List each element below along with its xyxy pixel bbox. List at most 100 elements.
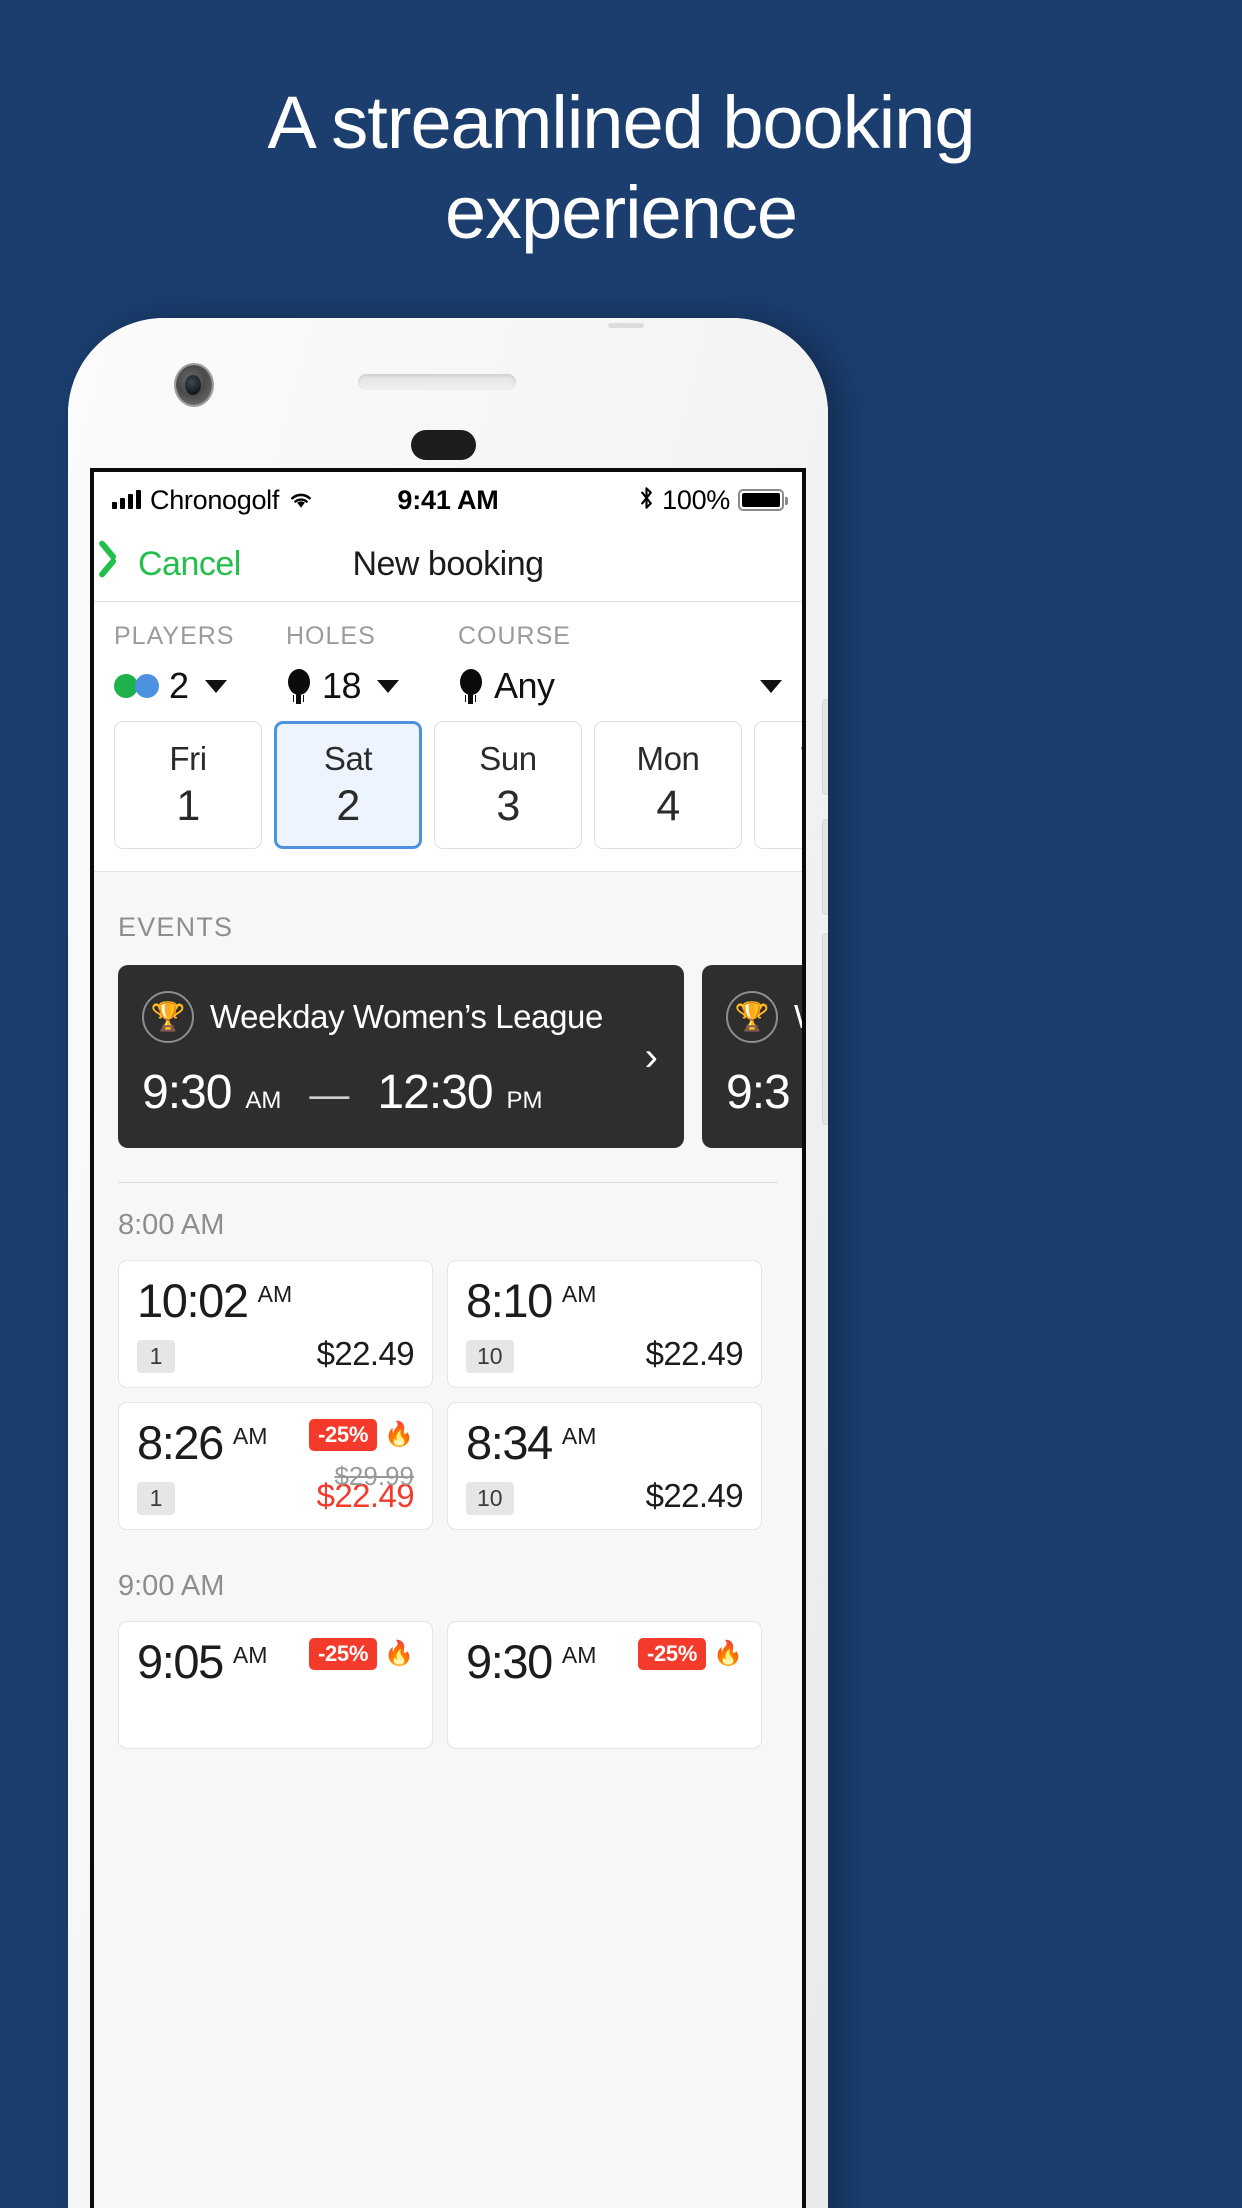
holes-badge: 10	[466, 1482, 514, 1515]
tee-time-card-discounted[interactable]: 9:05 AM -25% 🔥	[118, 1621, 433, 1749]
ios-status-bar: Chronogolf 9:41 AM 100%	[94, 472, 802, 528]
trophy-icon: 🏆	[142, 991, 194, 1043]
original-price: $29.99	[334, 1461, 414, 1491]
tee-time-card[interactable]: 8:34 AM 10 $22.49	[447, 1402, 762, 1530]
event-start-meridiem: AM	[245, 1087, 282, 1114]
holes-badge: 10	[466, 1340, 514, 1373]
tee-card-bottom: 1 $22.49	[137, 1335, 415, 1373]
power-button[interactable]	[823, 934, 828, 1124]
date-chip-number: 2	[336, 781, 360, 830]
event-start-time: 9:30	[142, 1066, 232, 1119]
tee-time-meridiem: AM	[561, 1423, 597, 1449]
event-card[interactable]: 🏆 Weekday Women’s League 9:30 AM — 12:30…	[118, 965, 684, 1148]
flame-icon: 🔥	[384, 1640, 414, 1667]
tee-time: 9:05	[137, 1635, 224, 1688]
earpiece-speaker	[358, 374, 516, 390]
event-end-time: 12:30	[377, 1066, 493, 1119]
date-chip-selected[interactable]: Sat 2	[274, 721, 422, 849]
tee-card-top: 8:34 AM	[466, 1419, 743, 1466]
tee-price: $22.49	[316, 1335, 415, 1372]
tee-card-top: 8:10 AM	[466, 1277, 743, 1324]
date-chip[interactable]: Mon 4	[594, 721, 742, 849]
date-chip[interactable]: Tue 5	[754, 721, 802, 849]
flame-icon: 🔥	[713, 1640, 743, 1667]
chevron-down-icon	[377, 679, 400, 693]
tee-time-group-header: 8:00 AM	[118, 1209, 225, 1241]
discount-promo: -25% 🔥	[308, 1638, 414, 1670]
events-carousel[interactable]: 🏆 Weekday Women’s League 9:30 AM — 12:30…	[94, 943, 802, 1148]
course-filter-value: Any	[494, 665, 555, 706]
bluetooth-icon	[639, 485, 654, 516]
tee-card-top: 9:05 AM -25% 🔥	[137, 1638, 414, 1685]
date-selector-strip[interactable]: Fri 1 Sat 2 Sun 3 Mon 4 Tue 5	[94, 721, 802, 871]
chevron-left-icon	[112, 548, 132, 582]
volume-down-button[interactable]	[823, 820, 828, 914]
players-filter-select[interactable]: 2	[114, 665, 286, 707]
tee-time-meridiem: AM	[232, 1642, 268, 1668]
event-card-header: 🏆 Weekday Women’s League	[142, 991, 660, 1043]
tee-time-meridiem: AM	[561, 1642, 597, 1668]
event-title: Weekday Women’s League	[210, 998, 603, 1035]
event-title: W	[794, 998, 802, 1036]
event-end-meridiem: PM	[506, 1087, 543, 1114]
filter-label-row: PLAYERS HOLES COURSE	[114, 622, 782, 651]
cancel-button-label: Cancel	[138, 545, 241, 583]
date-chip-day: Tue	[801, 740, 802, 778]
tee-time: 8:10	[466, 1274, 553, 1327]
holes-filter-select[interactable]: 18	[286, 665, 458, 707]
tee-time-card[interactable]: 8:10 AM 10 $22.49	[447, 1260, 762, 1388]
proximity-sensor	[411, 430, 476, 460]
player-dots-icon	[114, 674, 159, 698]
date-chip[interactable]: Sun 3	[434, 721, 582, 849]
holes-badge: 1	[137, 1340, 175, 1373]
discount-badge: -25%	[308, 1638, 378, 1670]
volume-up-button[interactable]	[823, 700, 828, 794]
hero-headline: A streamlined booking experience	[0, 78, 1242, 259]
event-time-range: 9:30 AM — 12:30 PM	[142, 1065, 660, 1120]
cancel-button[interactable]: Cancel	[112, 545, 241, 584]
tee-time-card-discounted[interactable]: 8:26 AM -25% 🔥 $29.99 1 $22.49	[118, 1402, 433, 1530]
discount-promo: -25% 🔥	[308, 1419, 414, 1451]
filter-value-row: 2 18 Any	[114, 665, 782, 707]
status-bar-right: 100%	[639, 484, 788, 516]
battery-full-icon	[738, 489, 788, 511]
date-chip-number: 3	[496, 781, 520, 830]
discount-badge: -25%	[637, 1638, 707, 1670]
players-filter-label: PLAYERS	[114, 622, 235, 650]
date-chip-day: Mon	[636, 739, 700, 777]
course-filter-select[interactable]: Any	[458, 665, 782, 707]
holes-filter-value: 18	[322, 665, 362, 706]
date-chip[interactable]: Fri 1	[114, 721, 262, 849]
chevron-right-icon[interactable]: ›	[645, 1037, 658, 1077]
event-card-header: 🏆 W	[726, 991, 802, 1043]
golf-tee-icon	[458, 669, 484, 704]
phone-screen: Chronogolf 9:41 AM 100% Cancel New booki…	[90, 468, 806, 2208]
tee-card-bottom: 10 $22.49	[466, 1335, 744, 1373]
date-chip-day: Sun	[479, 739, 537, 777]
tee-time-group-header: 9:00 AM	[118, 1570, 225, 1602]
course-filter-label: COURSE	[458, 622, 571, 650]
booking-filters: PLAYERS HOLES COURSE 2 18 Any	[94, 602, 802, 721]
battery-percent-label: 100%	[662, 484, 730, 515]
tee-card-top: 8:26 AM -25% 🔥	[137, 1419, 414, 1466]
tee-time-grid: 9:05 AM -25% 🔥 9:30 AM -25% 🔥	[94, 1603, 802, 1749]
tee-time: 8:26	[137, 1416, 224, 1469]
chevron-down-icon	[760, 679, 782, 693]
phone-device-mockup: Chronogolf 9:41 AM 100% Cancel New booki…	[68, 318, 828, 2208]
tee-card-top: 10:02 AM	[137, 1277, 414, 1324]
tee-card-bottom: 10 $22.49	[466, 1477, 744, 1515]
navigation-bar: Cancel New booking	[94, 528, 802, 602]
tee-time-card[interactable]: 10:02 AM 1 $22.49	[118, 1260, 433, 1388]
booking-content-scroll[interactable]: EVENTS 🏆 Weekday Women’s League 9:30 AM …	[94, 871, 802, 1749]
tee-time-meridiem: AM	[561, 1281, 597, 1307]
headline-line-1: A streamlined booking	[267, 81, 975, 164]
tee-time-meridiem: AM	[232, 1423, 268, 1449]
date-chip-day: Sat	[323, 739, 373, 777]
tee-time-card-discounted[interactable]: 9:30 AM -25% 🔥	[447, 1621, 762, 1749]
players-filter-value: 2	[169, 665, 189, 706]
tee-time-grid: 10:02 AM 1 $22.49 8:10 AM 10 $22.49 8:26…	[94, 1242, 802, 1530]
events-section-label: EVENTS	[118, 912, 234, 942]
holes-filter-label: HOLES	[286, 622, 376, 650]
event-card-next-peek[interactable]: 🏆 W 9:3	[702, 965, 802, 1148]
trophy-icon: 🏆	[726, 991, 778, 1043]
